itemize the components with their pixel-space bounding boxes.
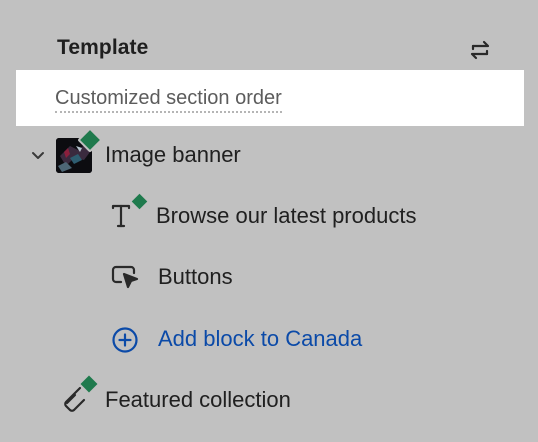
section-row-featured-collection[interactable]: Featured collection	[105, 387, 291, 413]
panel-title: Template	[57, 36, 149, 59]
sync-arrows-icon	[470, 40, 490, 60]
chevron-down-icon[interactable]	[28, 146, 48, 166]
section-label: Featured collection	[105, 387, 291, 412]
block-row-browse[interactable]: Browse our latest products	[156, 203, 416, 229]
section-label: Image banner	[105, 142, 241, 167]
block-label: Buttons	[158, 264, 233, 289]
add-circle-icon[interactable]	[111, 326, 139, 354]
block-label: Browse our latest products	[156, 203, 417, 228]
section-row-image-banner[interactable]: Image banner	[105, 142, 241, 168]
text-block-icon	[111, 204, 131, 228]
sync-button[interactable]	[465, 36, 495, 64]
block-row-buttons[interactable]: Buttons	[158, 264, 233, 290]
add-block-label[interactable]: Add block to Canada	[158, 326, 362, 352]
add-block-link[interactable]: Add block to Canada	[158, 326, 362, 352]
customized-order-banner: Customized section order	[16, 70, 524, 126]
button-cursor-icon	[111, 265, 139, 289]
customized-order-text[interactable]: Customized section order	[55, 87, 282, 113]
